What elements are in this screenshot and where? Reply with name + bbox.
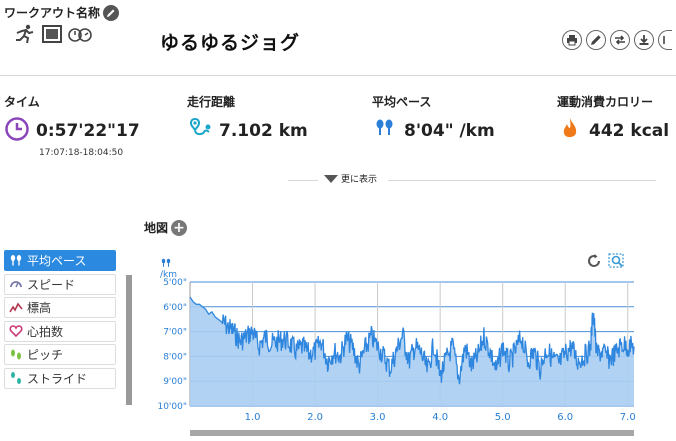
- workout-title: ゆるゆるジョグ: [160, 32, 301, 54]
- stat-distance: 走行距離 7.102 km: [187, 93, 308, 146]
- share-button[interactable]: [658, 30, 672, 50]
- menu-item-pitch[interactable]: ピッチ: [4, 344, 116, 365]
- pace-icon: [10, 254, 22, 265]
- x-tick-label: 2.0: [307, 412, 323, 423]
- pace-icon: [161, 258, 171, 267]
- pitch-icon: [11, 349, 21, 359]
- y-tick-label: 8'00": [163, 352, 187, 362]
- workout-toolbar: [562, 30, 672, 50]
- header-divider: [0, 75, 676, 76]
- x-tick-label: 4.0: [432, 412, 448, 423]
- calories-value: 442 kcal: [589, 121, 670, 141]
- menu-item-label: ストライド: [27, 371, 88, 386]
- x-tick-label: 7.0: [620, 412, 636, 423]
- pencil-icon: [591, 35, 601, 45]
- workout-name-text: ワークアウト名称: [4, 6, 101, 20]
- stride-icon: [11, 372, 21, 384]
- print-icon: [567, 35, 577, 46]
- menu-item-label: 平均ペース: [27, 254, 87, 268]
- y-tick-label: 9'00": [163, 377, 187, 387]
- x-tick-label: 6.0: [557, 412, 573, 423]
- stat-pace: 平均ペース 8'04" /km: [372, 93, 495, 146]
- download-icon: [639, 35, 649, 45]
- menu-item-pace[interactable]: 平均ペース: [4, 250, 116, 271]
- pace-chart[interactable]: 5'00" 6'00" 7'00" 8'00" 9'00" 10'00" 1.0 2.0 3.…: [150, 270, 640, 428]
- stat-time: タイム 0:57'22"17 17:07:18-18:04:50: [4, 93, 140, 158]
- show-more-row: 更に表示: [0, 172, 676, 188]
- time-value: 0:57'22"17: [36, 121, 140, 141]
- menu-item-label: 心拍数: [27, 324, 64, 339]
- menu-item-elevation[interactable]: 標高: [4, 297, 116, 318]
- x-tick-label: 1.0: [245, 412, 261, 423]
- calories-label: 運動消費カロリー: [557, 95, 654, 109]
- menu-item-label: 標高: [27, 301, 52, 315]
- pace-icon: [372, 116, 398, 146]
- plus-icon: +: [171, 219, 188, 236]
- edit-button[interactable]: [586, 30, 606, 50]
- heart-icon: [9, 325, 23, 338]
- time-range: 17:07:18-18:04:50: [39, 148, 124, 158]
- share-icon: [662, 36, 665, 44]
- x-tick-label: 3.0: [370, 412, 386, 423]
- pace-value: 8'04" /km: [404, 121, 495, 141]
- download-button[interactable]: [634, 30, 654, 50]
- edit-name-icon[interactable]: [103, 4, 120, 21]
- metric-menu: 平均ペース スピード 標高 心拍数 ピッチ ストライド: [4, 250, 116, 391]
- stopwatch-icon: [68, 25, 92, 47]
- workout-type-icons: [14, 24, 92, 48]
- show-more-label: 更に表示: [341, 175, 378, 185]
- y-tick-label: 10'00": [157, 402, 187, 412]
- time-label: タイム: [4, 95, 40, 109]
- map-toggle[interactable]: 地図 +: [144, 219, 188, 236]
- show-more-divider-left: [288, 180, 318, 181]
- y-tick-label: 7'00": [163, 328, 187, 338]
- distance-value: 7.102 km: [219, 121, 308, 141]
- show-more-button[interactable]: 更に表示: [320, 172, 382, 185]
- print-button[interactable]: [562, 30, 582, 50]
- menu-item-stride[interactable]: ストライド: [4, 367, 116, 389]
- chart-horizontal-scrollbar[interactable]: [190, 430, 634, 436]
- sync-button[interactable]: [610, 30, 630, 50]
- menu-item-label: ピッチ: [27, 348, 64, 362]
- stat-calories: 運動消費カロリー 442 kcal: [557, 93, 669, 146]
- pace-label: 平均ペース: [372, 95, 432, 109]
- x-tick-label: 5.0: [495, 412, 511, 423]
- menu-item-speed[interactable]: スピード: [4, 273, 116, 295]
- y-tick-label: 5'00": [163, 278, 187, 288]
- distance-label: 走行距離: [187, 95, 236, 109]
- runner-icon: [14, 24, 36, 48]
- triangle-down-icon: [324, 174, 338, 183]
- menu-item-heart-rate[interactable]: 心拍数: [4, 320, 116, 342]
- elevation-icon: [9, 302, 23, 312]
- speedometer-icon: [10, 281, 22, 288]
- menu-scrollbar[interactable]: [126, 275, 132, 405]
- map-label-text: 地図: [144, 221, 169, 235]
- flame-icon: [557, 116, 583, 146]
- workout-name-label: ワークアウト名称: [4, 4, 120, 21]
- route-pin-icon: [187, 116, 213, 146]
- swap-arrows-icon: [615, 35, 625, 45]
- video-icon: [42, 25, 62, 47]
- menu-item-label: スピード: [27, 277, 76, 292]
- clock-icon: [4, 116, 30, 146]
- show-more-divider-right: [388, 180, 656, 181]
- y-tick-label: 6'00": [163, 303, 187, 313]
